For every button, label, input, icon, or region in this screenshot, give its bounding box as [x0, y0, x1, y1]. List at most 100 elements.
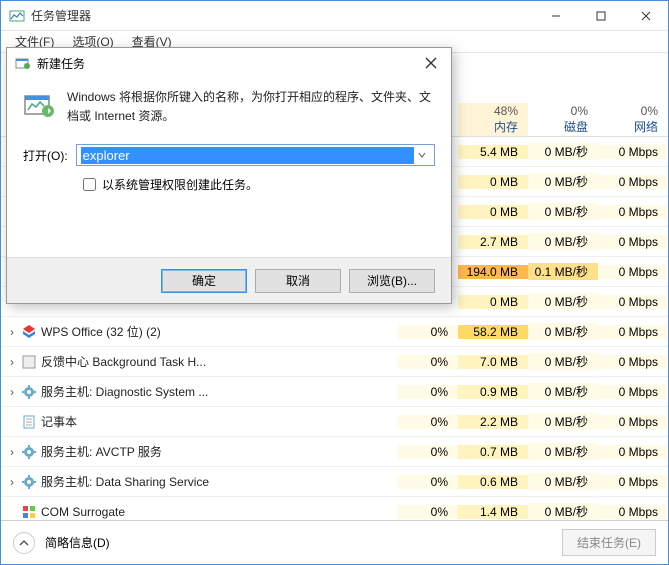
- cell-memory: 0.6 MB: [458, 475, 528, 489]
- cell-memory: 0 MB: [458, 295, 528, 309]
- cell-disk: 0 MB/秒: [528, 173, 598, 190]
- table-row[interactable]: ›服务主机: AVCTP 服务0%0.7 MB0 MB/秒0 Mbps: [1, 437, 668, 467]
- col-network[interactable]: 0% 网络: [598, 103, 668, 136]
- cell-memory: 0.7 MB: [458, 445, 528, 459]
- cell-cpu: 0%: [398, 325, 458, 339]
- chevron-down-icon: [418, 151, 426, 159]
- process-name: 反馈中心 Background Task H...: [41, 353, 398, 370]
- process-icon: [21, 354, 37, 370]
- expand-toggle[interactable]: ›: [1, 325, 17, 339]
- cell-disk: 0 MB/秒: [528, 203, 598, 220]
- browse-button[interactable]: 浏览(B)...: [349, 269, 435, 293]
- cell-disk: 0 MB/秒: [528, 323, 598, 340]
- dropdown-icon[interactable]: [414, 148, 430, 162]
- table-row[interactable]: 记事本0%2.2 MB0 MB/秒0 Mbps: [1, 407, 668, 437]
- table-row[interactable]: › 服务主机: Data Sharing Service0%0.6 MB0 MB/…: [1, 467, 668, 497]
- cell-network: 0 Mbps: [598, 355, 668, 369]
- footer: 简略信息(D) 结束任务(E): [1, 520, 668, 564]
- cell-memory: 2.7 MB: [458, 235, 528, 249]
- cell-network: 0 Mbps: [598, 175, 668, 189]
- cell-network: 0 Mbps: [598, 265, 668, 279]
- cell-memory: 58.2 MB: [458, 325, 528, 339]
- cell-memory: 7.0 MB: [458, 355, 528, 369]
- cell-cpu: 0%: [398, 505, 458, 519]
- chevron-up-icon: [19, 538, 29, 548]
- cancel-button[interactable]: 取消: [255, 269, 341, 293]
- process-name: WPS Office (32 位) (2): [41, 323, 398, 340]
- process-name: 服务主机: AVCTP 服务: [41, 443, 398, 460]
- cell-disk: 0 MB/秒: [528, 233, 598, 250]
- minimize-button[interactable]: [533, 1, 578, 30]
- titlebar: 任务管理器: [1, 1, 668, 31]
- cell-cpu: 0%: [398, 415, 458, 429]
- cell-disk: 0 MB/秒: [528, 143, 598, 160]
- expand-toggle[interactable]: ›: [1, 355, 17, 369]
- dialog-footer: 确定 取消 浏览(B)...: [7, 257, 451, 303]
- process-icon: [21, 444, 37, 460]
- dialog-close-button[interactable]: [411, 49, 451, 77]
- cell-disk: 0 MB/秒: [528, 353, 598, 370]
- cell-network: 0 Mbps: [598, 385, 668, 399]
- dialog-titlebar: 新建任务: [7, 48, 451, 78]
- process-name: 服务主机: Data Sharing Service: [41, 473, 398, 490]
- process-name: COM Surrogate: [41, 505, 398, 519]
- run-dialog: 新建任务 Windows 将根据你所键入的名称，为你打开相应的程序、文件夹、文档…: [6, 47, 452, 304]
- maximize-button[interactable]: [578, 1, 623, 30]
- cell-network: 0 Mbps: [598, 295, 668, 309]
- process-icon: [21, 324, 37, 340]
- cell-memory: 0 MB: [458, 175, 528, 189]
- admin-checkbox-label: 以系统管理权限创建此任务。: [102, 176, 258, 193]
- process-name: 记事本: [41, 413, 398, 430]
- window-title: 任务管理器: [31, 7, 533, 24]
- table-row[interactable]: › 反馈中心 Background Task H...0%7.0 MB0 MB/秒…: [1, 347, 668, 377]
- cell-memory: 1.4 MB: [458, 505, 528, 519]
- col-memory[interactable]: 48% 内存: [458, 103, 528, 136]
- process-icon: [21, 414, 37, 430]
- close-button[interactable]: [623, 1, 668, 30]
- cell-disk: 0.1 MB/秒: [528, 263, 598, 280]
- fewer-details-label[interactable]: 简略信息(D): [45, 534, 562, 551]
- dialog-message: Windows 将根据你所键入的名称，为你打开相应的程序、文件夹、文档或 Int…: [67, 88, 435, 126]
- cell-disk: 0 MB/秒: [528, 293, 598, 310]
- fewer-details-toggle[interactable]: [13, 532, 35, 554]
- cell-memory: 0 MB: [458, 205, 528, 219]
- table-row[interactable]: ›服务主机: Diagnostic System ...0%0.9 MB0 MB…: [1, 377, 668, 407]
- cell-memory: 0.9 MB: [458, 385, 528, 399]
- cell-network: 0 Mbps: [598, 505, 668, 519]
- process-icon: [21, 474, 37, 490]
- dialog-title: 新建任务: [37, 55, 411, 72]
- open-label: 打开(O):: [23, 147, 68, 164]
- table-row[interactable]: COM Surrogate0%1.4 MB0 MB/秒0 Mbps: [1, 497, 668, 520]
- process-icon: [21, 504, 37, 520]
- cell-disk: 0 MB/秒: [528, 383, 598, 400]
- dialog-body: Windows 将根据你所键入的名称，为你打开相应的程序、文件夹、文档或 Int…: [7, 78, 451, 257]
- admin-checkbox[interactable]: [83, 178, 96, 191]
- expand-toggle[interactable]: ›: [1, 475, 17, 489]
- run-large-icon: [23, 88, 55, 120]
- cell-memory: 5.4 MB: [458, 145, 528, 159]
- cell-cpu: 0%: [398, 445, 458, 459]
- cell-memory: 2.2 MB: [458, 415, 528, 429]
- expand-toggle[interactable]: ›: [1, 385, 17, 399]
- expand-toggle[interactable]: ›: [1, 445, 17, 459]
- open-combobox[interactable]: [76, 144, 435, 166]
- process-name: 服务主机: Diagnostic System ...: [41, 383, 398, 400]
- open-input[interactable]: [81, 147, 414, 164]
- cell-network: 0 Mbps: [598, 235, 668, 249]
- cell-cpu: 0%: [398, 355, 458, 369]
- run-icon: [15, 55, 31, 71]
- col-disk[interactable]: 0% 磁盘: [528, 103, 598, 136]
- cell-network: 0 Mbps: [598, 475, 668, 489]
- app-icon: [9, 8, 25, 24]
- cell-network: 0 Mbps: [598, 145, 668, 159]
- cell-disk: 0 MB/秒: [528, 413, 598, 430]
- process-icon: [21, 384, 37, 400]
- ok-button[interactable]: 确定: [161, 269, 247, 293]
- cell-memory: 194.0 MB: [458, 265, 528, 279]
- table-row[interactable]: ›WPS Office (32 位) (2)0%58.2 MB0 MB/秒0 M…: [1, 317, 668, 347]
- end-task-button[interactable]: 结束任务(E): [562, 529, 656, 556]
- cell-disk: 0 MB/秒: [528, 473, 598, 490]
- cell-network: 0 Mbps: [598, 205, 668, 219]
- cell-network: 0 Mbps: [598, 445, 668, 459]
- cell-cpu: 0%: [398, 475, 458, 489]
